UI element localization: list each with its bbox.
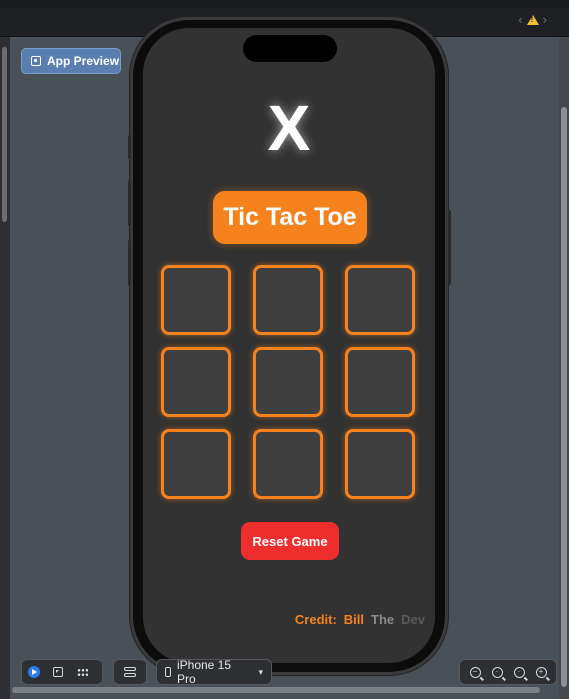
live-mode-button[interactable]: [22, 661, 46, 683]
toggles-icon: [124, 666, 136, 678]
device-selector[interactable]: iPhone 15 Pro ▾: [156, 658, 272, 686]
volume-up-button: [128, 180, 131, 226]
app-preview-label: App Preview: [47, 54, 120, 68]
warning-icon[interactable]: [526, 15, 539, 25]
board-cell-7[interactable]: [161, 429, 231, 499]
gutter-scroll-thumb[interactable]: [2, 47, 7, 222]
editor-gutter: [0, 37, 10, 699]
board-cell-9[interactable]: [345, 429, 415, 499]
vertical-scroll-thumb[interactable]: [561, 107, 567, 687]
action-button: [128, 135, 131, 159]
canvas-settings-button[interactable]: [113, 659, 147, 685]
zoom-in-icon[interactable]: +: [535, 666, 547, 678]
play-icon: [28, 666, 40, 678]
board-cell-5[interactable]: [253, 347, 323, 417]
horizontal-scroll-thumb[interactable]: [12, 687, 540, 693]
credit-label: Credit:: [294, 612, 337, 627]
selectable-mode-button[interactable]: [46, 661, 70, 683]
device-label: iPhone 15 Pro: [176, 658, 232, 686]
board-cell-8[interactable]: [253, 429, 323, 499]
board-cell-3[interactable]: [345, 265, 415, 335]
winner-mark: X: [267, 92, 311, 164]
app-preview-button[interactable]: App Preview: [21, 48, 121, 74]
issue-navigator: ‹ ›: [518, 13, 547, 26]
dynamic-island: [243, 35, 337, 62]
zoom-controls: − · · +: [459, 659, 557, 685]
iphone-icon: [165, 667, 171, 677]
game-board: [161, 265, 419, 503]
credit-word-1: Bill: [343, 612, 365, 627]
board-cell-4[interactable]: [161, 347, 231, 417]
zoom-out-icon[interactable]: −: [469, 666, 481, 678]
volume-down-button: [128, 240, 131, 286]
chevron-left-icon[interactable]: ‹: [518, 13, 522, 26]
window-chrome-strip: [0, 0, 569, 8]
board-cell-2[interactable]: [253, 265, 323, 335]
credit-word-3: Dev: [401, 612, 425, 627]
horizontal-scrollbar[interactable]: [10, 685, 559, 695]
board-cell-1[interactable]: [161, 265, 231, 335]
board-cell-6[interactable]: [345, 347, 415, 417]
grid-icon: [76, 667, 88, 677]
credit-line: Credit: Bill The Dev: [295, 612, 425, 627]
reset-game-button[interactable]: Reset Game: [241, 522, 339, 560]
cursor-icon: [53, 667, 63, 677]
power-button: [448, 210, 451, 285]
phone-screen: X Tic Tac Toe Reset Game Credit: Bill Th…: [143, 28, 435, 663]
game-title: Tic Tac Toe: [213, 191, 367, 244]
variants-button[interactable]: [70, 661, 94, 683]
vertical-scrollbar[interactable]: [559, 37, 569, 699]
chevron-right-icon[interactable]: ›: [543, 13, 547, 26]
preview-mode-group: [21, 659, 103, 685]
zoom-fit-icon[interactable]: ·: [491, 666, 503, 678]
app-preview-icon: [31, 56, 41, 66]
credit-word-2: The: [371, 612, 395, 627]
zoom-actual-icon[interactable]: ·: [513, 666, 525, 678]
chevron-down-icon: ▾: [258, 666, 263, 677]
